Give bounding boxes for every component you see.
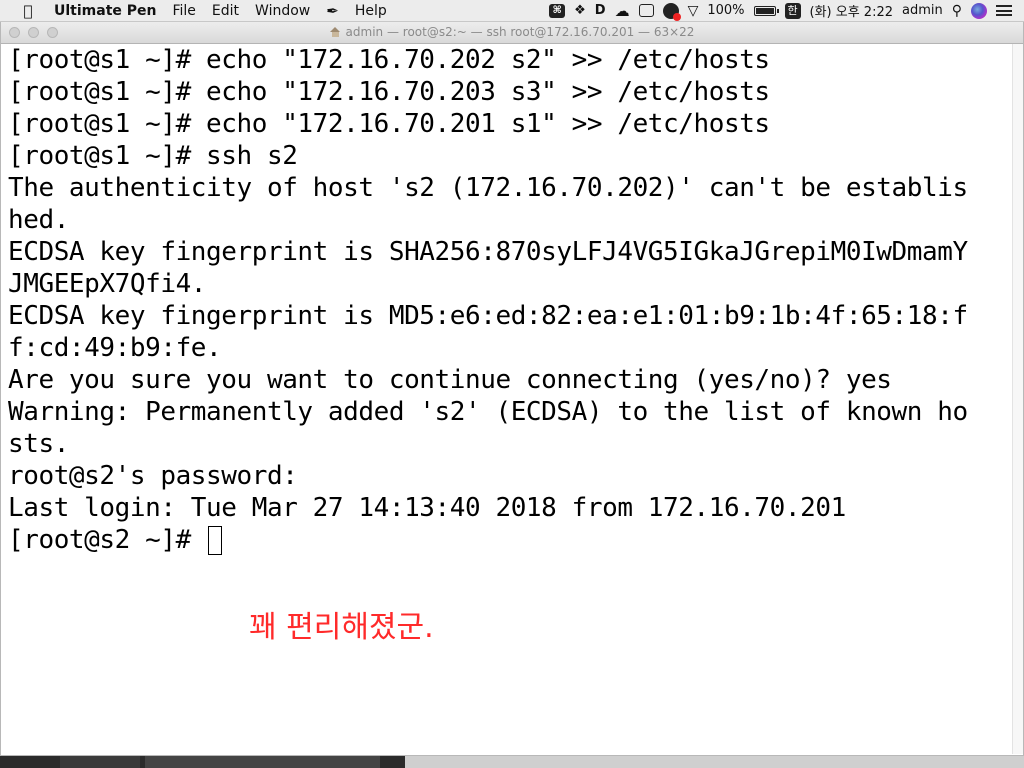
command-key-icon[interactable]: ⌘: [549, 3, 566, 18]
terminal-line: ECDSA key fingerprint is MD5:e6:ed:82:ea…: [8, 301, 968, 331]
terminal-line: [root@s1 ~]# echo "172.16.70.202 s2" >> …: [8, 45, 770, 75]
recording-icon[interactable]: [662, 2, 681, 21]
menu-edit[interactable]: Edit: [212, 3, 239, 19]
app-menu[interactable]: Ultimate Pen: [54, 3, 156, 19]
terminal-line: [root@s1 ~]# echo "172.16.70.201 s1" >> …: [8, 109, 770, 139]
d-icon[interactable]: D: [595, 3, 606, 18]
window-title: admin — root@s2:~ — ssh root@172.16.70.2…: [1, 25, 1023, 39]
terminal-line: f:cd:49:b9:fe.: [8, 333, 222, 363]
shell-prompt: [root@s2 ~]#: [8, 525, 207, 555]
terminal-line: JMGEEpX7Qfi4.: [8, 269, 207, 299]
text-cursor: [208, 526, 223, 555]
desktop-background-strip: [0, 756, 1024, 768]
handwritten-annotation: 꽤 편리해졌군.: [249, 610, 434, 645]
terminal-line: ECDSA key fingerprint is SHA256:870syLFJ…: [8, 237, 968, 267]
terminal-window: admin — root@s2:~ — ssh root@172.16.70.2…: [0, 22, 1024, 756]
terminal-line: The authenticity of host 's2 (172.16.70.…: [8, 173, 968, 203]
clock[interactable]: (화) 오후 2:22: [810, 1, 893, 20]
window-titlebar[interactable]: admin — root@s2:~ — ssh root@172.16.70.2…: [1, 22, 1023, 44]
notification-center-icon[interactable]: [996, 5, 1012, 16]
dropbox-icon[interactable]: ❖: [574, 3, 586, 18]
terminal-line: Warning: Permanently added 's2' (ECDSA) …: [8, 397, 968, 427]
spotlight-search-icon[interactable]: ⚲: [952, 3, 962, 19]
menu-left: Ultimate Pen File Edit Window ✒ Help: [46, 2, 395, 20]
background-window-2[interactable]: [145, 756, 380, 768]
terminal-output[interactable]: [root@s1 ~]# echo "172.16.70.202 s2" >> …: [8, 44, 1014, 556]
terminal-scrollbar[interactable]: [1012, 44, 1023, 754]
battery-icon[interactable]: [753, 5, 779, 16]
menu-bar:  Ultimate Pen File Edit Window ✒ Help ⌘…: [0, 0, 1024, 22]
pen-tool-icon[interactable]: ✒: [326, 2, 339, 20]
terminal-line: root@s2's password:: [8, 461, 298, 491]
home-folder-icon: [329, 27, 341, 37]
terminal-prompt-line[interactable]: [root@s2 ~]#: [8, 524, 1014, 556]
terminal-line: [root@s1 ~]# echo "172.16.70.203 s3" >> …: [8, 77, 770, 107]
menu-file[interactable]: File: [172, 3, 195, 19]
background-window-3[interactable]: [405, 756, 1024, 768]
terminal-line: Are you sure you want to continue connec…: [8, 365, 892, 395]
terminal-line: Last login: Tue Mar 27 14:13:40 2018 fro…: [8, 493, 846, 523]
window-icon[interactable]: [638, 4, 654, 17]
cloud-icon[interactable]: ☁: [615, 2, 630, 20]
menu-window[interactable]: Window: [255, 3, 310, 19]
wifi-icon[interactable]: ▽: [688, 3, 699, 19]
input-source-indicator[interactable]: 한: [784, 2, 801, 19]
apple-menu-icon[interactable]: : [18, 2, 38, 20]
siri-icon[interactable]: [971, 2, 987, 19]
battery-percent: 100%: [707, 3, 745, 18]
window-title-text: admin — root@s2:~ — ssh root@172.16.70.2…: [345, 25, 695, 39]
menu-help[interactable]: Help: [355, 3, 387, 19]
terminal-line: [root@s1 ~]# ssh s2: [8, 141, 298, 171]
background-window-1[interactable]: [60, 756, 140, 768]
menu-extras: ⌘ ❖ D ☁ ▽ 100% 한 (화) 오후 2:22 admin ⚲: [549, 1, 1012, 21]
user-name[interactable]: admin: [902, 3, 943, 18]
terminal-line: hed.: [8, 205, 69, 235]
terminal-line: sts.: [8, 429, 69, 459]
